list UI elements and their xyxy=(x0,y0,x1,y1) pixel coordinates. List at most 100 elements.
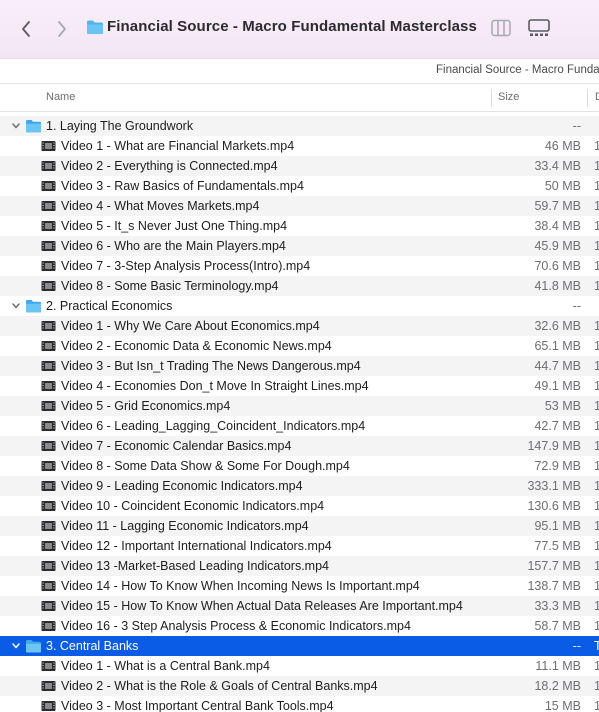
file-row[interactable]: Video 1 - What are Financial Markets.mp4… xyxy=(0,136,599,156)
date-cell-clipped: 1 xyxy=(594,439,599,453)
video-file-icon xyxy=(41,241,56,251)
file-row[interactable]: Video 4 - What Moves Markets.mp4 59.7 MB 1 xyxy=(0,196,599,216)
column-divider[interactable] xyxy=(587,89,588,107)
folder-row[interactable]: 1. Laying The Groundwork -- xyxy=(0,116,599,136)
file-size: 50 MB xyxy=(544,179,581,193)
file-name: Video 9 - Leading Economic Indicators.mp… xyxy=(61,479,303,493)
file-row[interactable]: Video 1 - Why We Care About Economics.mp… xyxy=(0,316,599,336)
file-name: Video 6 - Who are the Main Players.mp4 xyxy=(61,239,286,253)
date-cell-clipped: 1 xyxy=(594,599,599,613)
file-size: 11.1 MB xyxy=(535,659,581,673)
file-size: -- xyxy=(572,299,581,313)
video-file-icon xyxy=(41,221,56,231)
video-file-icon xyxy=(41,481,56,491)
file-row[interactable]: Video 11 - Lagging Economic Indicators.m… xyxy=(0,516,599,536)
video-file-icon xyxy=(41,461,56,471)
file-row[interactable]: Video 8 - Some Data Show & Some For Doug… xyxy=(0,456,599,476)
column-view-icon[interactable] xyxy=(490,18,512,38)
file-row[interactable]: Video 12 - Important International Indic… xyxy=(0,536,599,556)
column-size-header[interactable]: Size xyxy=(498,91,519,103)
disclosure-chevron-icon[interactable] xyxy=(11,121,21,131)
video-file-icon xyxy=(41,421,56,431)
file-size: -- xyxy=(572,639,581,653)
file-name: Video 8 - Some Basic Terminology.mp4 xyxy=(61,279,279,293)
date-cell-clipped: 1 xyxy=(594,159,599,173)
file-name: Video 2 - Everything is Connected.mp4 xyxy=(61,159,278,173)
file-size: 42.7 MB xyxy=(534,419,581,433)
file-row[interactable]: Video 13 -Market-Based Leading Indicator… xyxy=(0,556,599,576)
date-cell-clipped: 1 xyxy=(594,539,599,553)
folder-row[interactable]: 2. Practical Economics -- xyxy=(0,296,599,316)
path-bar-text[interactable]: Financial Source - Macro Funda xyxy=(436,64,599,76)
file-row[interactable]: Video 10 - Coincident Economic Indicator… xyxy=(0,496,599,516)
date-cell-clipped: 1 xyxy=(594,279,599,293)
file-row[interactable]: Video 7 - 3-Step Analysis Process(Intro)… xyxy=(0,256,599,276)
file-name: Video 1 - What is a Central Bank.mp4 xyxy=(61,659,270,673)
file-row[interactable]: Video 3 - But Isn_t Trading The News Dan… xyxy=(0,356,599,376)
file-row[interactable]: Video 3 - Raw Basics of Fundamentals.mp4… xyxy=(0,176,599,196)
file-size: 33.4 MB xyxy=(534,159,581,173)
file-name: Video 5 - Grid Economics.mp4 xyxy=(61,399,231,413)
column-divider[interactable] xyxy=(491,89,492,107)
file-name: Video 3 - Most Important Central Bank To… xyxy=(61,699,334,712)
video-file-icon xyxy=(41,621,56,631)
file-row[interactable]: Video 3 - Most Important Central Bank To… xyxy=(0,696,599,712)
date-cell-clipped: 1 xyxy=(594,139,599,153)
file-row[interactable]: Video 9 - Leading Economic Indicators.mp… xyxy=(0,476,599,496)
column-date-header[interactable]: D xyxy=(595,91,599,103)
folder-name: 2. Practical Economics xyxy=(46,299,173,313)
file-name: Video 4 - What Moves Markets.mp4 xyxy=(61,199,260,213)
date-cell-clipped: 1 xyxy=(594,679,599,693)
file-row[interactable]: Video 15 - How To Know When Actual Data … xyxy=(0,596,599,616)
date-cell-clipped: 1 xyxy=(594,219,599,233)
folder-row[interactable]: 3. Central Banks -- T xyxy=(0,636,599,656)
path-bar: Financial Source - Macro Funda xyxy=(0,58,599,84)
column-name-header[interactable]: Name xyxy=(46,91,75,103)
file-name: Video 14 - How To Know When Incoming New… xyxy=(61,579,420,593)
disclosure-chevron-icon[interactable] xyxy=(11,641,21,651)
video-file-icon xyxy=(41,161,56,171)
video-file-icon xyxy=(41,701,56,711)
file-row[interactable]: Video 1 - What is a Central Bank.mp4 11.1… xyxy=(0,656,599,676)
file-row[interactable]: Video 6 - Leading_Lagging_Coincident_Ind… xyxy=(0,416,599,436)
folder-icon xyxy=(26,300,41,313)
file-size: 45.9 MB xyxy=(534,239,581,253)
file-row[interactable]: Video 4 - Economies Don_t Move In Straig… xyxy=(0,376,599,396)
file-size: 53 MB xyxy=(544,399,581,413)
file-row[interactable]: Video 7 - Economic Calendar Basics.mp4 14… xyxy=(0,436,599,456)
file-size: 130.6 MB xyxy=(527,499,581,513)
disclosure-chevron-icon[interactable] xyxy=(11,301,21,311)
file-row[interactable]: Video 8 - Some Basic Terminology.mp4 41.8… xyxy=(0,276,599,296)
file-size: 32.6 MB xyxy=(534,319,581,333)
video-file-icon xyxy=(41,201,56,211)
file-row[interactable]: Video 16 - 3 Step Analysis Process & Eco… xyxy=(0,616,599,636)
file-row[interactable]: Video 2 - Economic Data & Economic News.… xyxy=(0,336,599,356)
folder-name: 3. Central Banks xyxy=(46,639,139,653)
file-size: -- xyxy=(572,119,581,133)
file-name: Video 13 -Market-Based Leading Indicator… xyxy=(61,559,329,573)
gallery-view-icon[interactable] xyxy=(527,18,551,38)
file-name: Video 15 - How To Know When Actual Data … xyxy=(61,599,463,613)
file-row[interactable]: Video 5 - Grid Economics.mp4 53 MB 1 xyxy=(0,396,599,416)
file-row[interactable]: Video 14 - How To Know When Incoming New… xyxy=(0,576,599,596)
date-cell-clipped: 1 xyxy=(594,339,599,353)
file-size: 65.1 MB xyxy=(534,339,581,353)
file-row[interactable]: Video 2 - What is the Role & Goals of Ce… xyxy=(0,676,599,696)
video-file-icon xyxy=(41,681,56,691)
video-file-icon xyxy=(41,541,56,551)
file-list: 1. Laying The Groundwork -- Video 1 - What… xyxy=(0,116,599,712)
file-row[interactable]: Video 5 - It_s Never Just One Thing.mp4 3… xyxy=(0,216,599,236)
video-file-icon xyxy=(41,601,56,611)
date-cell-clipped: 1 xyxy=(594,399,599,413)
file-size: 18.2 MB xyxy=(534,679,581,693)
forward-button[interactable] xyxy=(52,18,72,40)
file-row[interactable]: Video 2 - Everything is Connected.mp4 33.… xyxy=(0,156,599,176)
file-name: Video 16 - 3 Step Analysis Process & Eco… xyxy=(61,619,411,633)
window-toolbar: Financial Source - Macro Fundamental Mas… xyxy=(0,0,599,58)
date-cell-clipped: 1 xyxy=(594,459,599,473)
folder-icon xyxy=(87,20,103,34)
file-row[interactable]: Video 6 - Who are the Main Players.mp4 45… xyxy=(0,236,599,256)
file-size: 59.7 MB xyxy=(534,199,581,213)
back-button[interactable] xyxy=(16,18,36,40)
date-cell-clipped: 1 xyxy=(594,419,599,433)
